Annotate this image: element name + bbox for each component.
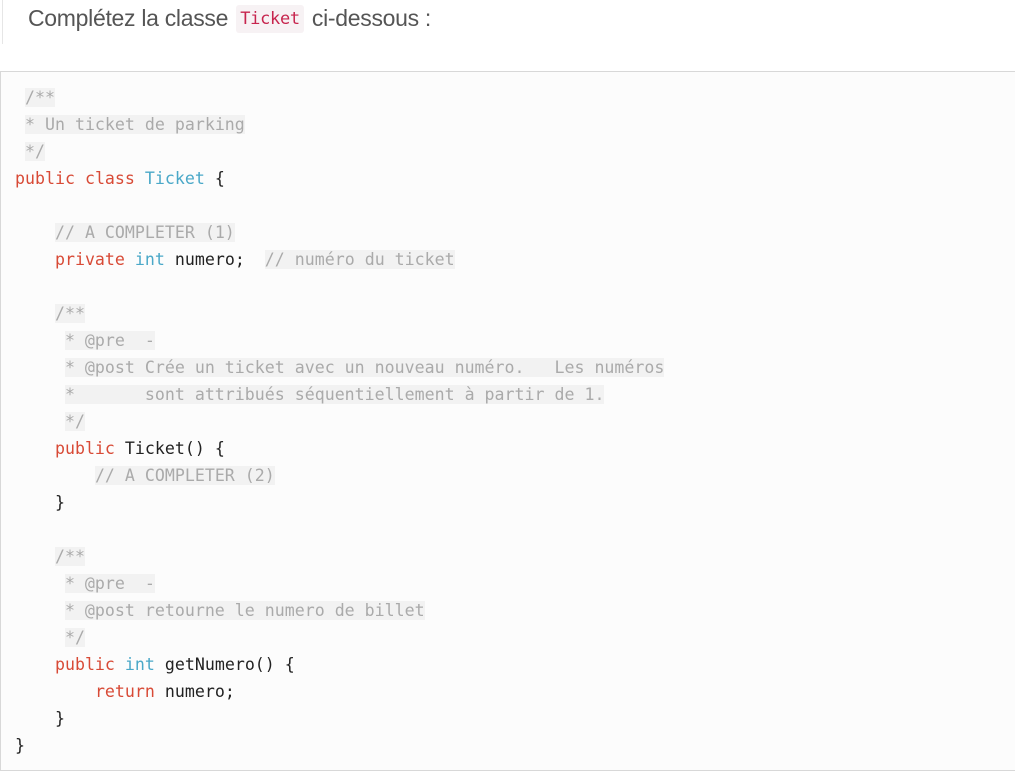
code-token-keyword: return bbox=[94, 682, 155, 701]
code-token-code: Ticket() { bbox=[114, 439, 225, 458]
code-token-comment: // A COMPLETER (1) bbox=[54, 223, 235, 242]
code-line: public Ticket() { bbox=[15, 435, 664, 462]
code-token-code bbox=[15, 574, 65, 593]
code-token-keyword: private bbox=[54, 250, 125, 269]
code-token-code bbox=[15, 682, 95, 701]
code-token-type: int bbox=[134, 250, 165, 269]
code-token-code bbox=[15, 628, 65, 647]
code-token-code bbox=[15, 385, 65, 404]
code-token-comment: // A COMPLETER (2) bbox=[94, 466, 275, 485]
code-line: public int getNumero() { bbox=[15, 651, 664, 678]
code-token-code bbox=[75, 169, 85, 188]
code-token-code bbox=[15, 412, 65, 431]
code-token-code bbox=[135, 169, 145, 188]
code-line: */ bbox=[15, 624, 664, 651]
instruction-text: Complétez la classe Ticket ci-dessous : bbox=[28, 2, 431, 36]
code-token-code bbox=[15, 331, 65, 350]
code-token-code: getNumero() { bbox=[154, 655, 295, 674]
code-line: * @post retourne le numero de billet bbox=[15, 597, 664, 624]
code-line: */ bbox=[15, 408, 664, 435]
code-token-comment: */ bbox=[64, 628, 85, 647]
code-token-code bbox=[15, 439, 55, 458]
code-token-code bbox=[125, 250, 135, 269]
code-token-code bbox=[15, 547, 55, 566]
code-line: private int numero; // numéro du ticket bbox=[15, 246, 664, 273]
code-line: * @post Crée un ticket avec un nouveau n… bbox=[15, 354, 665, 381]
code-line: public class Ticket { bbox=[15, 165, 664, 192]
code-token-comment: // numéro du ticket bbox=[264, 250, 455, 269]
code-line: return numero; bbox=[15, 678, 664, 705]
code-token-comment: * sont attribués séquentiellement à part… bbox=[64, 385, 605, 404]
instruction-after: ci-dessous : bbox=[305, 5, 432, 31]
code-line: // A COMPLETER (1) bbox=[15, 219, 664, 246]
code-token-comment: /** bbox=[25, 88, 55, 107]
code-token-type: int bbox=[124, 655, 155, 674]
code-token-code: numero; bbox=[154, 682, 235, 701]
code-token-keyword: class bbox=[84, 169, 135, 188]
code-token-code: numero; bbox=[164, 250, 265, 269]
code-line: } bbox=[15, 705, 664, 732]
code-line: } bbox=[15, 489, 664, 516]
code-token-code: } bbox=[15, 493, 65, 512]
code-token-comment: * @pre - bbox=[64, 331, 155, 350]
code-token-code bbox=[15, 223, 55, 242]
code-token-comment: * @pre - bbox=[64, 574, 155, 593]
code-token-code bbox=[15, 88, 25, 107]
code-block[interactable]: /** * Un ticket de parking */ public clas… bbox=[0, 71, 1015, 771]
code-token-comment: * @post Crée un ticket avec un nouveau n… bbox=[64, 358, 665, 377]
code-line: /** bbox=[15, 543, 664, 570]
code-token-code bbox=[15, 142, 25, 161]
code-line: * @pre - bbox=[15, 570, 664, 597]
code-token-code bbox=[15, 601, 65, 620]
code-line: // A COMPLETER (2) bbox=[15, 462, 664, 489]
code-token-code bbox=[15, 304, 55, 323]
code-token-comment: */ bbox=[25, 142, 45, 161]
code-token-comment: * Un ticket de parking bbox=[25, 115, 245, 134]
code-line: * @pre - bbox=[15, 327, 664, 354]
code-token-code: { bbox=[204, 169, 225, 188]
code-line: * Un ticket de parking bbox=[15, 111, 664, 138]
code-token-type: Ticket bbox=[144, 169, 205, 188]
code-token-comment: */ bbox=[64, 412, 85, 431]
code-line: /** bbox=[15, 84, 664, 111]
code-token-code: } bbox=[15, 709, 65, 728]
inline-code-class-name: Ticket bbox=[236, 5, 304, 33]
code-token-keyword: public bbox=[54, 655, 115, 674]
code-token-code bbox=[15, 358, 65, 377]
code-lines: /** * Un ticket de parking */ public clas… bbox=[15, 84, 665, 759]
code-token-code bbox=[15, 655, 55, 674]
code-token-keyword: public bbox=[15, 169, 75, 188]
code-token-code bbox=[115, 655, 125, 674]
code-token-comment: /** bbox=[54, 547, 85, 566]
code-token-code: } bbox=[15, 736, 25, 755]
code-line: /** bbox=[15, 300, 664, 327]
instruction-before: Complétez la classe bbox=[28, 5, 235, 31]
code-token-comment: * @post retourne le numero de billet bbox=[64, 601, 425, 620]
code-token-code bbox=[15, 115, 25, 134]
code-line: */ bbox=[15, 138, 664, 165]
code-token-keyword: public bbox=[54, 439, 115, 458]
code-line: } bbox=[15, 732, 664, 759]
code-line: * sont attribués séquentiellement à part… bbox=[15, 381, 664, 408]
blockquote-rule bbox=[2, 0, 3, 44]
code-token-comment: /** bbox=[54, 304, 85, 323]
code-token-code bbox=[15, 250, 55, 269]
code-token-code bbox=[15, 466, 95, 485]
